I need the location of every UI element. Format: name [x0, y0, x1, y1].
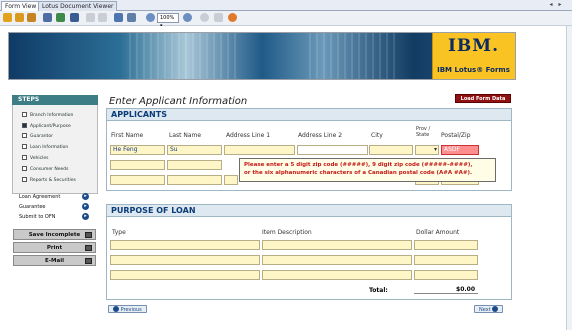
column-address-line-2: Address Line 2 — [298, 132, 343, 139]
applicants-heading: APPLICANTS — [107, 109, 511, 121]
loan-type-field[interactable] — [110, 255, 260, 265]
next-button[interactable]: Next — [474, 305, 504, 313]
last-name-field[interactable] — [167, 175, 222, 185]
text-icon[interactable] — [86, 13, 95, 22]
validation-message-line1: Please enter a 5 digit zip code (#####),… — [244, 162, 473, 168]
first-name-field[interactable] — [110, 160, 165, 170]
vertical-scrollbar[interactable] — [566, 26, 572, 330]
product-name: IBM Lotus® Forms — [437, 66, 510, 74]
validation-tooltip: Please enter a 5 digit zip code (#####),… — [239, 158, 496, 182]
arrow-right-icon[interactable]: ▸ — [82, 193, 89, 200]
last-name-field[interactable]: Su — [167, 145, 222, 155]
checkbox-icon — [22, 155, 27, 160]
validation-message-line2: or the six alphanumeric characters of a … — [244, 170, 473, 176]
paragraph-icon[interactable] — [98, 13, 107, 22]
link-loan-agreement[interactable]: Loan Agreement — [19, 193, 60, 201]
save-icon — [85, 232, 92, 238]
load-form-data-button[interactable]: Load Form Data — [455, 94, 511, 103]
column-dollar-amount: Dollar Amount — [416, 229, 460, 236]
purpose-heading: PURPOSE OF LOAN — [107, 205, 511, 217]
column-first-name: First Name — [111, 132, 144, 139]
last-name-field[interactable] — [167, 160, 222, 170]
step-consumer-needs[interactable]: Consumer Needs — [22, 166, 68, 174]
column-last-name: Last Name — [169, 132, 202, 139]
step-loan-information[interactable]: Loan Information — [22, 144, 68, 152]
find-icon[interactable] — [214, 13, 223, 22]
step-branch-information[interactable]: Branch Information — [22, 112, 73, 120]
postal-field[interactable]: ASDF — [441, 145, 479, 155]
tab-form-view[interactable]: Form View — [1, 1, 41, 11]
signatures-icon[interactable] — [127, 13, 136, 22]
attach-icon[interactable] — [70, 13, 79, 22]
step-applicant-purpose[interactable]: Applicant/Purpose — [22, 123, 71, 131]
dollar-amount-field[interactable] — [414, 240, 478, 250]
total-label: Total: — [369, 287, 388, 294]
state-select[interactable]: ▾ — [415, 145, 439, 155]
total-value: $0.00 — [414, 285, 478, 294]
ibm-logo: IBM. — [433, 36, 514, 60]
current-step-icon — [22, 123, 27, 128]
new-icon[interactable] — [3, 13, 12, 22]
save-incomplete-button[interactable]: Save Incomplete — [13, 229, 96, 240]
column-type: Type — [112, 229, 126, 236]
loan-type-field[interactable] — [110, 270, 260, 280]
loan-type-field[interactable] — [110, 240, 260, 250]
zoom-value: 100% — [160, 15, 175, 21]
column-postal-zip: Postal/Zip — [441, 132, 471, 139]
link-guarantee[interactable]: Guarantee — [19, 203, 46, 211]
print-icon[interactable] — [43, 13, 52, 22]
checkbox-icon — [22, 177, 27, 182]
dollar-amount-field[interactable] — [414, 270, 478, 280]
first-name-field[interactable] — [110, 175, 165, 185]
step-reports-securities[interactable]: Reports & Securities — [22, 177, 76, 185]
dollar-amount-field[interactable] — [414, 255, 478, 265]
email-icon[interactable] — [56, 13, 65, 22]
arrow-right-icon[interactable]: ▸ — [82, 203, 89, 210]
open-icon[interactable] — [15, 13, 24, 22]
tab-scroll-left-icon[interactable]: ◂ — [547, 1, 555, 9]
checkbox-icon — [22, 166, 27, 171]
form-title: Enter Applicant Information — [109, 96, 248, 107]
zoom-select[interactable]: 100% ▾ — [157, 13, 179, 29]
item-description-field[interactable] — [262, 255, 412, 265]
step-vehicles[interactable]: Vehicles — [22, 155, 48, 163]
item-description-field[interactable] — [262, 270, 412, 280]
checkbox-icon — [22, 133, 27, 138]
tab-lotus-document-viewer[interactable]: Lotus Document Viewer — [38, 1, 118, 11]
print-button[interactable]: Print — [13, 242, 96, 253]
previous-button[interactable]: Previous — [108, 305, 147, 313]
column-item-description: Item Description — [262, 229, 312, 236]
toolbar: 100% ▾ — [0, 11, 572, 29]
help-icon[interactable] — [200, 13, 209, 22]
column-city: City — [371, 132, 383, 139]
save-icon[interactable] — [27, 13, 36, 22]
city-field[interactable] — [369, 145, 413, 155]
link-submit-to-ofn[interactable]: Submit to OFN — [19, 213, 56, 221]
printer-icon — [85, 245, 92, 251]
column-address-line-1: Address Line 1 — [226, 132, 271, 139]
address2-field[interactable] — [297, 145, 368, 155]
checkbox-icon — [22, 144, 27, 149]
sign-icon[interactable] — [114, 13, 123, 22]
tab-scroll-right-icon[interactable]: ▸ — [556, 1, 564, 9]
first-name-field[interactable]: He Feng — [110, 145, 165, 155]
address1-field[interactable] — [224, 175, 238, 185]
chevron-down-icon: ▾ — [433, 146, 437, 153]
arrow-left-icon — [113, 306, 119, 312]
arrow-right-icon[interactable]: ▸ — [82, 213, 89, 220]
checkbox-icon — [22, 112, 27, 117]
email-button[interactable]: E-Mail — [13, 255, 96, 266]
steps-heading: STEPS — [12, 95, 98, 105]
tab-bar: Form View Lotus Document Viewer ◂ ▸ — [0, 0, 572, 11]
column-prov-state: Prov / State — [416, 126, 431, 138]
zoom-out-icon[interactable] — [146, 13, 155, 22]
item-description-field[interactable] — [262, 240, 412, 250]
zoom-in-icon[interactable] — [183, 13, 192, 22]
step-guarantor[interactable]: Guarantor — [22, 133, 53, 141]
arrow-right-icon — [492, 306, 499, 312]
envelope-icon — [85, 258, 92, 264]
settings-icon[interactable] — [228, 13, 237, 22]
address1-field[interactable] — [224, 145, 295, 155]
